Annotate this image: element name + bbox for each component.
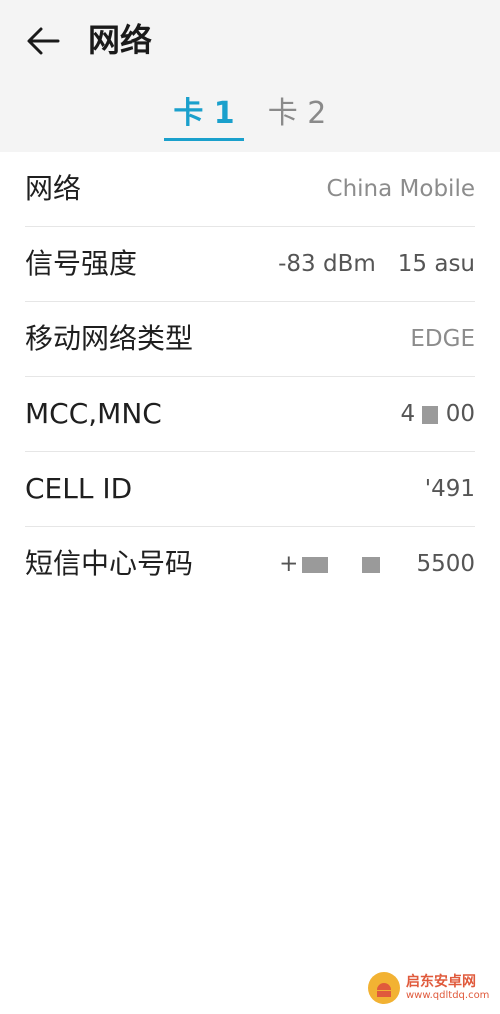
signal-strength-label: 信号强度 <box>25 247 138 280</box>
signal-asu: 15 asu <box>397 251 475 277</box>
sms-center-label: 短信中心号码 <box>25 547 194 580</box>
arrow-left-icon <box>27 27 60 55</box>
mcc-mnc-value: 4 00 <box>400 377 475 451</box>
row-signal-strength: 信号强度 -83 dBm 15 asu <box>25 227 475 302</box>
row-network: 网络 China Mobile <box>25 152 475 227</box>
row-cell-id: CELL ID '491 <box>25 452 475 527</box>
mcc-mnc-end: 00 <box>445 401 475 427</box>
redaction-block <box>422 405 439 424</box>
signal-strength-value: -83 dBm 15 asu <box>278 227 475 301</box>
network-label: 网络 <box>25 172 82 205</box>
mcc-mnc-start: 4 <box>400 401 416 427</box>
cell-id-value: '491 <box>424 476 475 502</box>
sms-center-start: + <box>279 551 299 577</box>
tab-indicator <box>164 138 244 141</box>
page-title: 网络 <box>88 21 153 59</box>
sms-center-end: 5500 <box>416 551 475 577</box>
redaction-block <box>302 556 329 573</box>
cell-id-label: CELL ID <box>25 472 133 505</box>
network-value: China Mobile <box>326 176 475 202</box>
network-type-value: EDGE <box>410 326 475 352</box>
network-info-list: 网络 China Mobile 信号强度 -83 dBm 15 asu 移动网络类… <box>0 152 500 601</box>
redaction-block <box>362 556 381 573</box>
watermark-url: www.qdltdq.com <box>406 990 490 1001</box>
watermark-name: 启东安卓网 <box>406 974 476 990</box>
back-button[interactable] <box>22 22 64 60</box>
android-robot-icon <box>368 972 400 1004</box>
tab-sim-1[interactable]: 卡 1 <box>164 92 244 140</box>
network-type-label: 移动网络类型 <box>25 322 194 355</box>
top-bar: 网络 卡 1 卡 2 <box>0 0 500 152</box>
row-mcc-mnc: MCC,MNC 4 00 <box>25 377 475 452</box>
row-sms-center: 短信中心号码 +5500 <box>25 527 475 601</box>
row-network-type: 移动网络类型 EDGE <box>25 302 475 377</box>
watermark-logo: 启东安卓网 www.qdltdq.com <box>367 968 492 1008</box>
signal-dbm: -83 dBm <box>278 251 376 277</box>
tab-sim-2[interactable]: 卡 2 <box>262 92 332 140</box>
mcc-mnc-label: MCC,MNC <box>25 397 162 430</box>
sms-center-value: +5500 <box>279 527 475 601</box>
